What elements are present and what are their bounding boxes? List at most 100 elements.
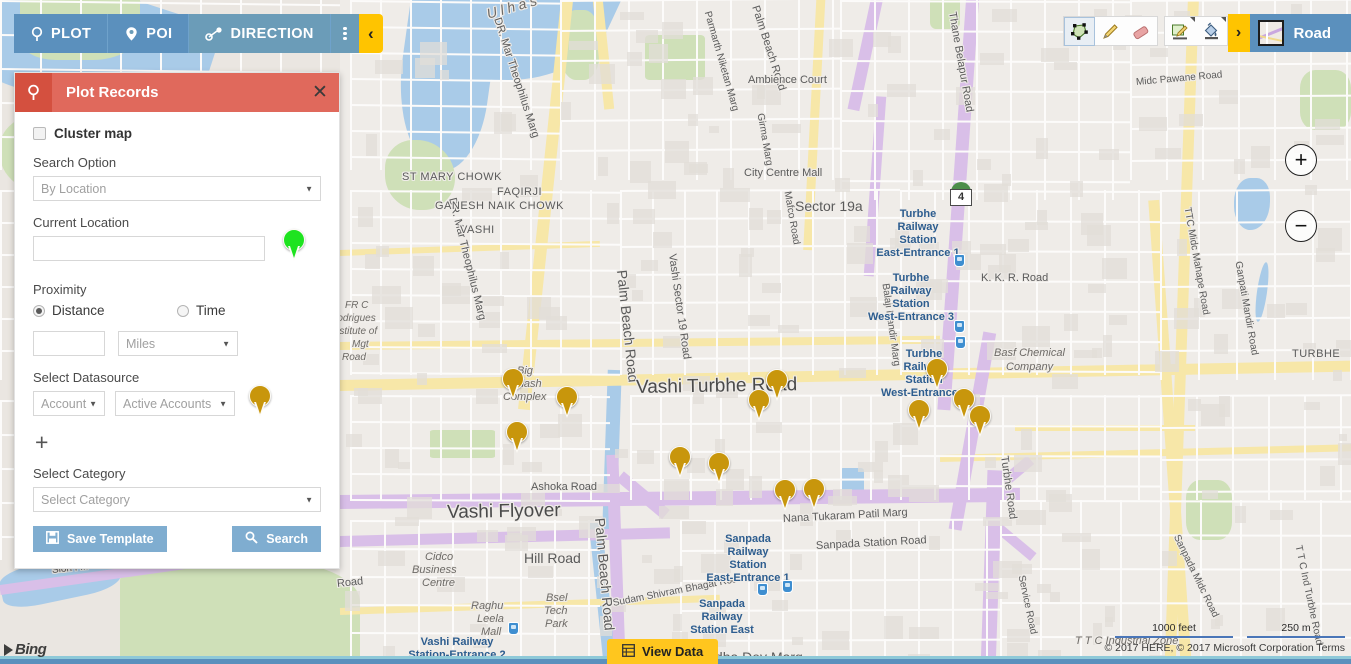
map-block bbox=[1099, 149, 1119, 159]
map-block bbox=[1267, 304, 1285, 317]
edit-style-icon[interactable] bbox=[1165, 17, 1196, 46]
road-street bbox=[350, 190, 352, 375]
zoom-out-button[interactable]: − bbox=[1285, 210, 1317, 242]
map-block bbox=[561, 102, 571, 120]
map-block bbox=[607, 203, 618, 223]
nav-more-options-button[interactable] bbox=[331, 14, 359, 53]
map-block bbox=[378, 551, 404, 566]
record-pin[interactable] bbox=[502, 368, 524, 400]
road-street bbox=[1120, 500, 1122, 664]
map-block bbox=[701, 554, 731, 573]
map-block bbox=[1109, 315, 1127, 325]
map-block bbox=[868, 104, 878, 117]
map-type-expand-button[interactable]: › bbox=[1228, 14, 1250, 52]
category-select[interactable]: Select Category bbox=[33, 487, 321, 512]
map-block bbox=[600, 616, 612, 636]
railway-station-icon[interactable] bbox=[782, 580, 793, 593]
datasource-entity-select[interactable]: Account bbox=[33, 391, 105, 416]
map-block bbox=[476, 389, 498, 405]
record-pin[interactable] bbox=[803, 478, 825, 510]
record-pin[interactable] bbox=[908, 399, 930, 431]
datasource-view-select[interactable]: Active Accounts bbox=[115, 391, 235, 416]
current-location-input[interactable] bbox=[33, 236, 265, 261]
zoom-in-button[interactable]: + bbox=[1285, 144, 1317, 176]
railway-station-icon[interactable] bbox=[954, 320, 965, 333]
railway-station-icon[interactable] bbox=[955, 336, 966, 349]
pencil-icon[interactable] bbox=[1095, 17, 1126, 46]
map-block bbox=[1318, 228, 1342, 251]
railway-station-icon[interactable] bbox=[508, 622, 519, 635]
road-street bbox=[530, 395, 532, 500]
record-pin[interactable] bbox=[926, 358, 948, 390]
map-block bbox=[1049, 494, 1071, 512]
map-block bbox=[999, 254, 1016, 273]
map-block bbox=[665, 141, 689, 163]
map-block bbox=[494, 112, 513, 135]
map-block bbox=[716, 389, 738, 399]
railway-station-icon[interactable] bbox=[954, 254, 965, 267]
record-pin[interactable] bbox=[774, 479, 796, 511]
road-street bbox=[410, 395, 412, 500]
proximity-time-radio[interactable]: Time bbox=[177, 303, 321, 318]
proximity-unit-select[interactable]: Miles bbox=[118, 331, 238, 356]
nav-collapse-button[interactable]: ‹ bbox=[359, 14, 383, 53]
map-block bbox=[828, 496, 857, 505]
map-block bbox=[682, 521, 706, 533]
map-block bbox=[365, 254, 380, 269]
scale-imperial-label: 1000 feet bbox=[1115, 622, 1233, 634]
map-block bbox=[839, 368, 865, 378]
map-block bbox=[1320, 466, 1335, 487]
map-block bbox=[929, 536, 940, 550]
add-datasource-button[interactable]: + bbox=[35, 431, 321, 454]
map-block bbox=[1235, 506, 1245, 523]
map-block bbox=[673, 614, 682, 631]
proximity-amount-input[interactable] bbox=[33, 331, 105, 356]
road-street bbox=[410, 0, 412, 170]
map-block bbox=[633, 209, 655, 224]
panel-close-button[interactable]: ✕ bbox=[301, 81, 339, 104]
road-street bbox=[588, 520, 590, 664]
road-street bbox=[1070, 395, 1072, 500]
bing-logo[interactable]: Bing bbox=[4, 641, 46, 658]
record-pin[interactable] bbox=[969, 405, 991, 437]
proximity-distance-radio[interactable]: Distance bbox=[33, 303, 177, 318]
save-template-button[interactable]: Save Template bbox=[33, 526, 167, 552]
map-block bbox=[850, 297, 878, 317]
road-street bbox=[530, 190, 532, 375]
cluster-map-row[interactable]: Cluster map bbox=[33, 126, 321, 141]
record-pin[interactable] bbox=[669, 446, 691, 478]
search-option-select[interactable]: By Location bbox=[33, 176, 321, 201]
map-block bbox=[767, 210, 782, 224]
nav-item-plot[interactable]: PLOT bbox=[14, 14, 108, 53]
chevron-down-icon[interactable] bbox=[1221, 17, 1226, 22]
fill-bucket-icon[interactable] bbox=[1196, 17, 1227, 46]
datasource-pin-color-button[interactable] bbox=[245, 391, 281, 421]
eraser-icon[interactable] bbox=[1126, 17, 1157, 46]
highway-shield-label: 4 bbox=[950, 189, 972, 206]
map-block bbox=[592, 484, 620, 493]
map-block bbox=[462, 188, 491, 200]
map-block bbox=[543, 509, 562, 516]
search-button[interactable]: Search bbox=[232, 526, 321, 552]
cluster-map-checkbox[interactable] bbox=[33, 127, 46, 140]
railway-station-icon[interactable] bbox=[757, 583, 768, 596]
road-street bbox=[1304, 395, 1306, 500]
map-type-road-button[interactable]: Road bbox=[1250, 14, 1351, 52]
nav-item-direction[interactable]: DIRECTION bbox=[189, 14, 330, 53]
view-data-button[interactable]: View Data bbox=[607, 639, 718, 664]
road-street bbox=[1232, 395, 1234, 500]
map-block bbox=[346, 434, 361, 447]
map-block bbox=[662, 22, 682, 39]
locate-me-button[interactable] bbox=[265, 236, 321, 268]
chevron-down-icon[interactable] bbox=[1190, 17, 1195, 22]
shape-select-icon[interactable] bbox=[1064, 17, 1095, 46]
record-pin[interactable] bbox=[708, 452, 730, 484]
record-pin[interactable] bbox=[766, 369, 788, 401]
map-block bbox=[1014, 455, 1043, 472]
record-pin[interactable] bbox=[556, 386, 578, 418]
record-pin[interactable] bbox=[506, 421, 528, 453]
nav-item-poi[interactable]: POI bbox=[108, 14, 189, 53]
road-street bbox=[452, 520, 454, 664]
draw-tool-group bbox=[1063, 16, 1158, 46]
map-block bbox=[637, 450, 653, 464]
